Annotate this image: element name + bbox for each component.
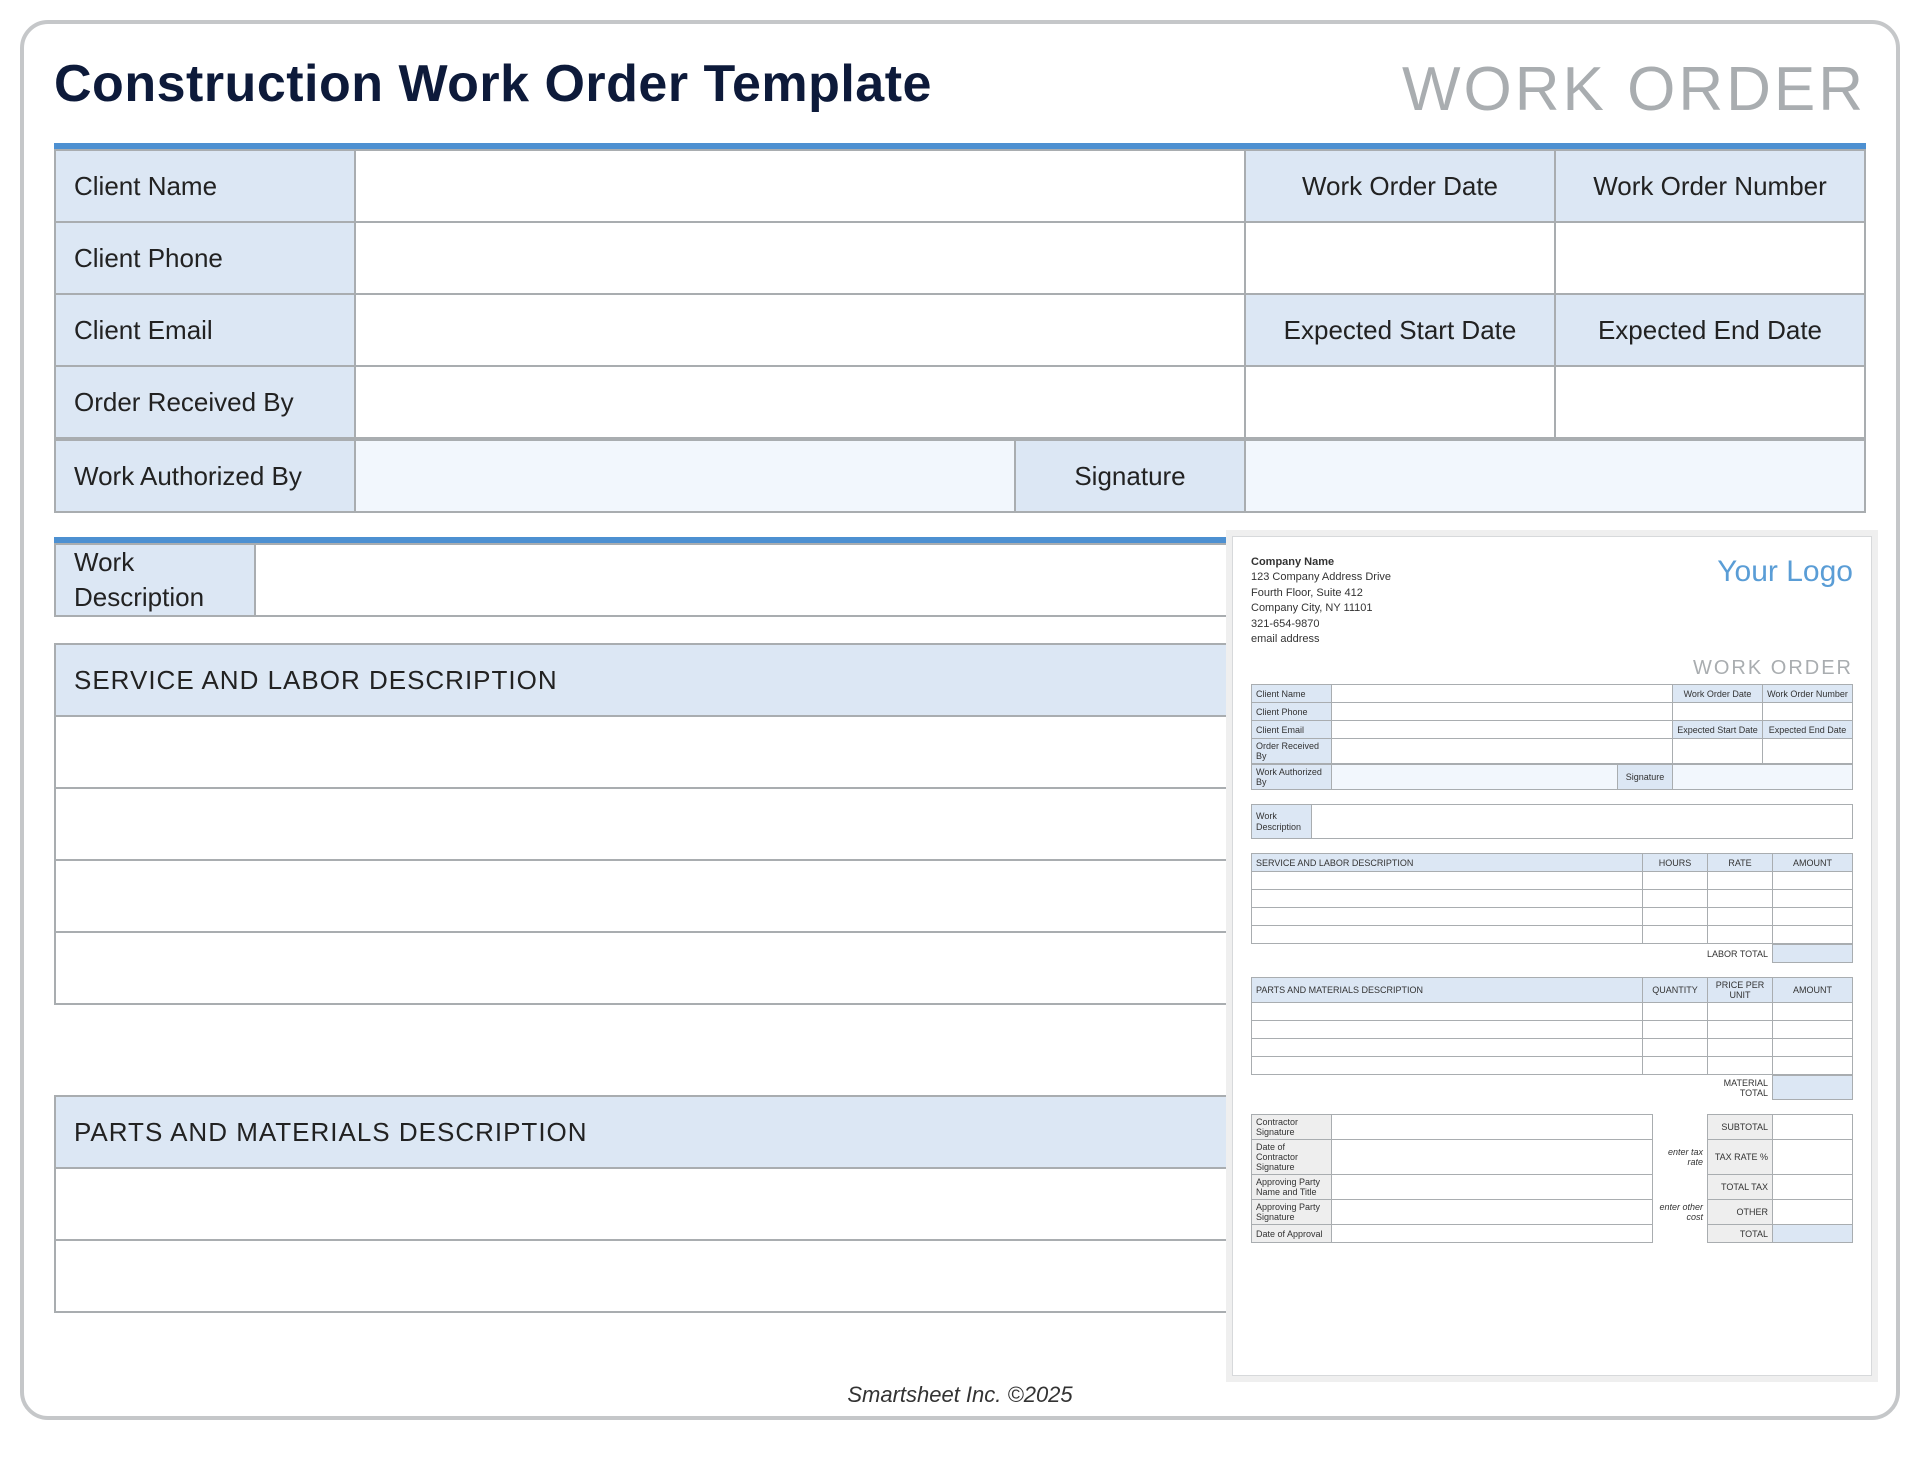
thumb-header: Company Name 123 Company Address Drive F… [1251,555,1853,647]
thumb-addr-3: Company City, NY 11101 [1251,601,1391,616]
work-order-date-label: Work Order Date [1245,150,1555,222]
client-info-table: Client Name Work Order Date Work Order N… [54,149,1866,439]
thumb-addr-2: Fourth Floor, Suite 412 [1251,586,1391,601]
thumb-parts-table: PARTS AND MATERIALS DESCRIPTIONQUANTITYP… [1251,977,1853,1075]
client-name-field[interactable] [355,150,1245,222]
thumb-company-block: Company Name 123 Company Address Drive F… [1251,555,1391,647]
expected-end-field[interactable] [1555,366,1865,438]
work-description-label: Work Description [55,544,255,616]
thumb-client-table: Client Name Work Order DateWork Order Num… [1251,684,1853,764]
work-order-number-label: Work Order Number [1555,150,1865,222]
page-title: Construction Work Order Template [54,54,932,114]
thumb-signature-label: Signature [1618,765,1673,790]
client-phone-field[interactable] [355,222,1245,294]
client-name-label: Client Name [55,150,355,222]
thumb-contractor-sig-label: Contractor Signature [1252,1115,1332,1140]
thumb-parts-header: PARTS AND MATERIALS DESCRIPTION [1252,978,1643,1003]
client-email-field[interactable] [355,294,1245,366]
thumb-email: email address [1251,632,1391,647]
thumb-material-total-row: MATERIAL TOTAL [1251,1075,1853,1100]
thumb-approving-sig-label: Approving Party Signature [1252,1200,1332,1225]
thumb-work-order-heading: WORK ORDER [1251,657,1853,680]
work-order-heading: WORK ORDER [1402,54,1866,125]
thumb-phone: 321-654-9870 [1251,617,1391,632]
work-order-date-field[interactable] [1245,222,1555,294]
document-page: Construction Work Order Template WORK OR… [20,20,1900,1420]
thumb-material-total-label: MATERIAL TOTAL [1693,1076,1773,1100]
thumb-enter-tax-label: enter tax rate [1653,1140,1708,1175]
order-received-by-field[interactable] [355,366,1245,438]
thumb-client-email-label: Client Email [1252,721,1332,739]
thumb-exp-start-label: Expected Start Date [1673,721,1763,739]
thumb-service-header: SERVICE AND LABOR DESCRIPTION [1252,854,1643,872]
thumb-other-label: OTHER [1708,1200,1773,1225]
thumb-work-desc-label: Work Description [1252,805,1312,839]
header: Construction Work Order Template WORK OR… [54,54,1866,125]
thumb-addr-1: 123 Company Address Drive [1251,570,1391,585]
thumb-amount-header: AMOUNT [1773,854,1853,872]
thumb-total-tax-label: TOTAL TAX [1708,1175,1773,1200]
client-email-label: Client Email [55,294,355,366]
thumb-wo-number-label: Work Order Number [1763,685,1853,703]
thumb-date-approval-label: Date of Approval [1252,1225,1332,1243]
thumb-logo: Your Logo [1717,555,1853,647]
thumb-wo-date-label: Work Order Date [1673,685,1763,703]
thumb-quantity-header: QUANTITY [1643,978,1708,1003]
thumb-enter-other-label: enter other cost [1653,1200,1708,1225]
thumb-exp-end-label: Expected End Date [1763,721,1853,739]
thumb-signoff-table: Contractor Signature SUBTOTAL Date of Con… [1251,1114,1853,1243]
thumb-work-desc-text: Work Description [1256,811,1307,833]
thumb-auth-table: Work Authorized By Signature [1251,764,1853,790]
thumb-labor-total-label: LABOR TOTAL [1693,945,1773,963]
thumb-client-phone-label: Client Phone [1252,703,1332,721]
template-thumbnail: Company Name 123 Company Address Drive F… [1232,536,1872,1376]
signature-label: Signature [1015,440,1245,512]
thumb-client-name-label: Client Name [1252,685,1332,703]
order-received-by-label: Order Received By [55,366,355,438]
thumb-total-label: TOTAL [1708,1225,1773,1243]
signature-field[interactable] [1245,440,1865,512]
expected-end-label: Expected End Date [1555,294,1865,366]
thumb-subtotal-label: SUBTOTAL [1708,1115,1773,1140]
thumb-service-table: SERVICE AND LABOR DESCRIPTIONHOURSRATEAM… [1251,853,1853,944]
thumb-hours-header: HOURS [1643,854,1708,872]
expected-start-field[interactable] [1245,366,1555,438]
thumb-rate-header: RATE [1708,854,1773,872]
thumb-tax-rate-label: TAX RATE % [1708,1140,1773,1175]
work-authorized-by-label: Work Authorized By [55,440,355,512]
thumb-work-desc-table: Work Description [1251,804,1853,839]
client-phone-label: Client Phone [55,222,355,294]
work-authorized-by-field[interactable] [355,440,1015,512]
thumb-amount2-header: AMOUNT [1773,978,1853,1003]
thumb-order-received-label: Order Received By [1252,739,1332,764]
thumb-labor-total-row: LABOR TOTAL [1251,944,1853,963]
authorization-table: Work Authorized By Signature [54,439,1866,513]
thumb-date-contractor-label: Date of Contractor Signature [1252,1140,1332,1175]
work-description-label-text: Work Description [74,545,236,615]
work-order-number-field[interactable] [1555,222,1865,294]
thumb-company-name: Company Name [1251,555,1391,570]
expected-start-label: Expected Start Date [1245,294,1555,366]
thumb-ppu-header: PRICE PER UNIT [1708,978,1773,1003]
thumb-work-auth-label: Work Authorized By [1252,765,1332,790]
thumb-approving-name-label: Approving Party Name and Title [1252,1175,1332,1200]
footer-copyright: Smartsheet Inc. ©2025 [24,1382,1896,1408]
